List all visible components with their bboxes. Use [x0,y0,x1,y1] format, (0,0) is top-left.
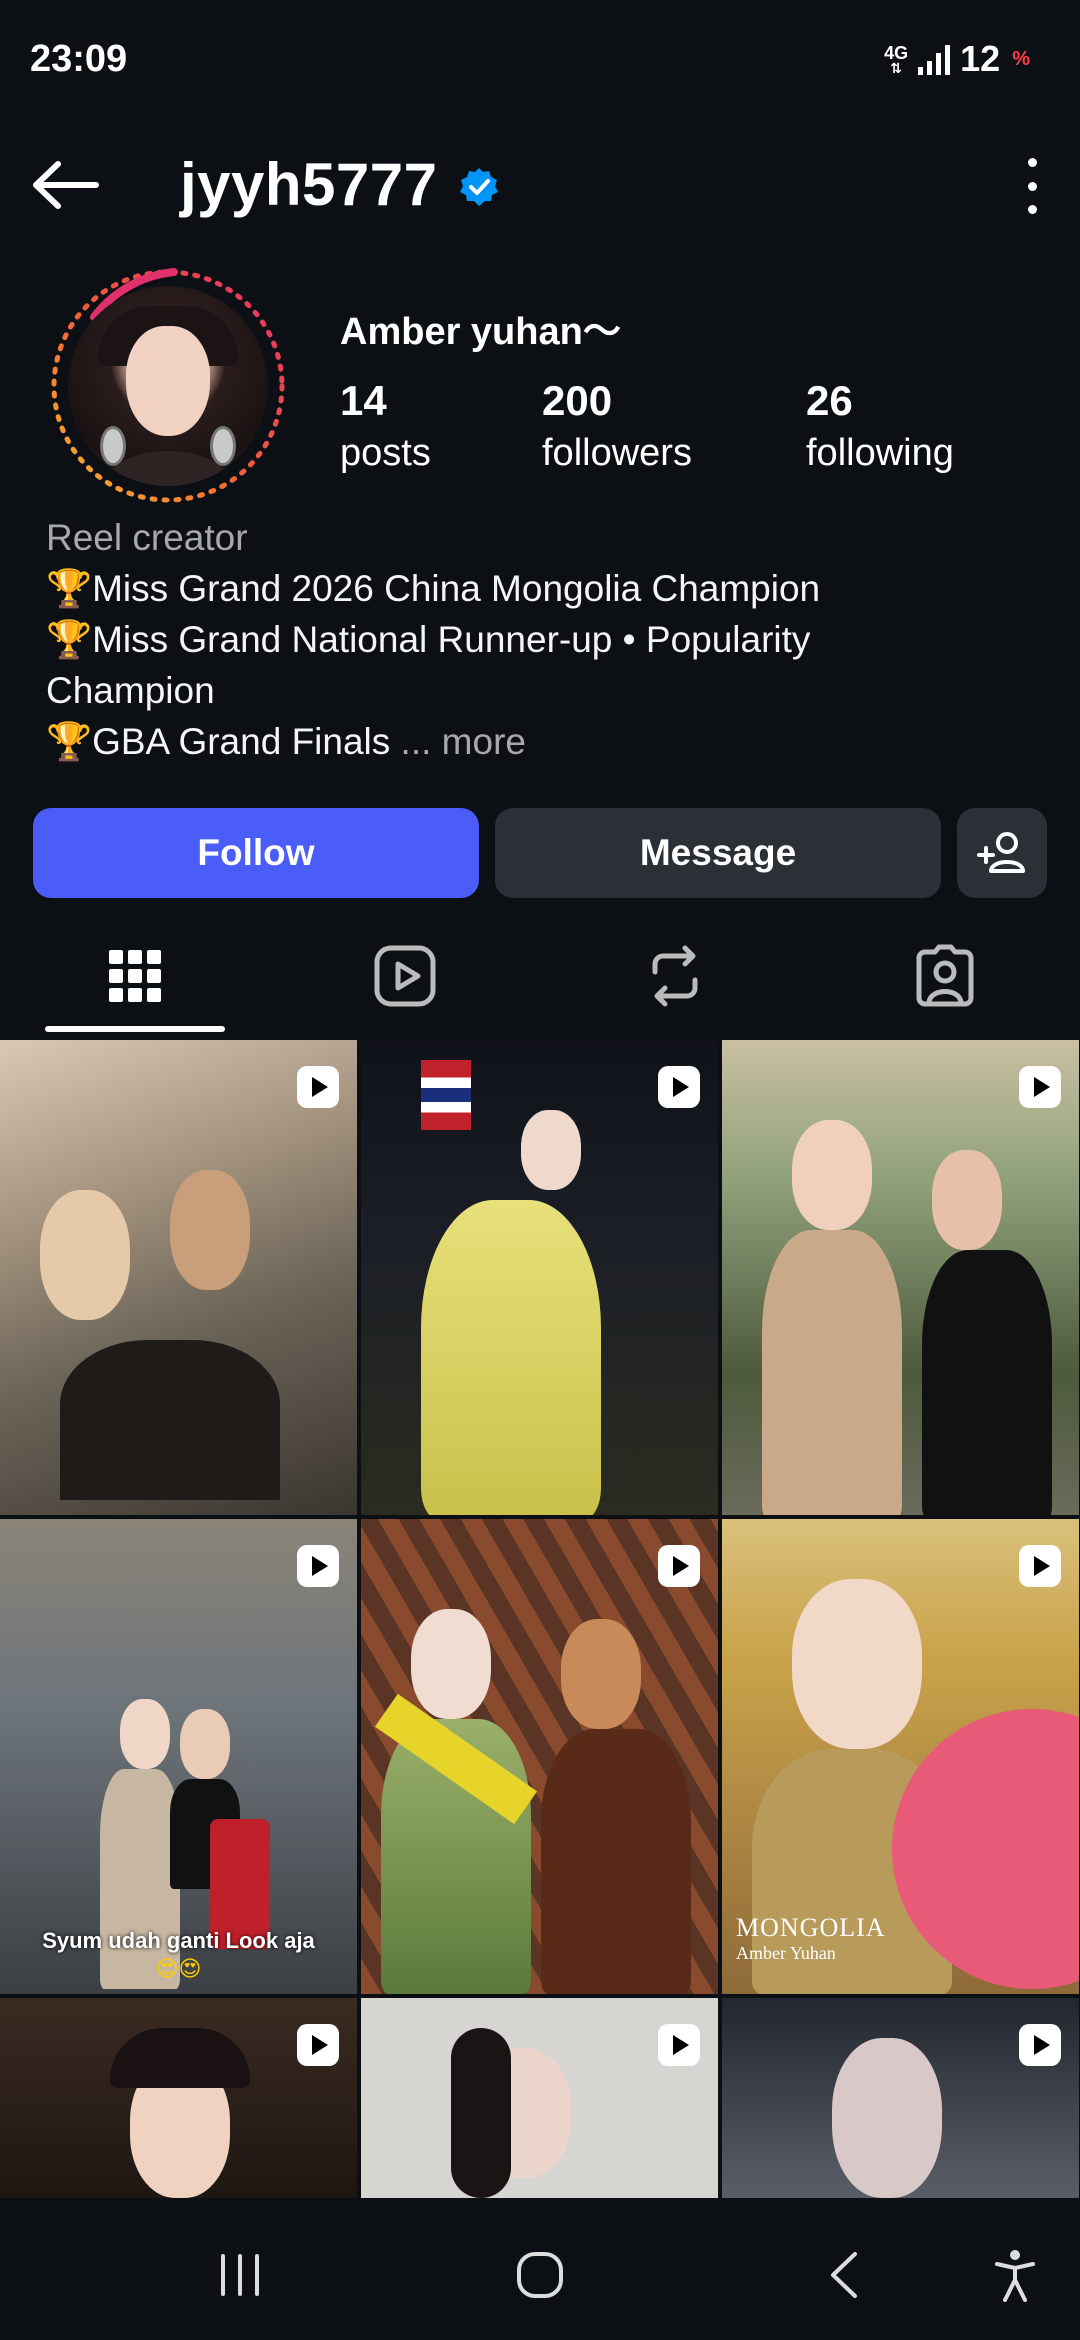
reel-indicator-icon [1019,2024,1061,2066]
profile-tabs [0,920,1080,1032]
trophy-icon: 🏆 [46,619,93,660]
status-indicators: 4G ⇅ 12 % [884,38,1030,80]
post-overlay-text: MONGOLIA Amber Yuhan [736,1913,886,1963]
tagged-person-icon [916,944,974,1007]
accessibility-icon [995,2250,1035,2302]
followers-count[interactable]: 200 followers [542,375,806,479]
signal-strength-icon [918,43,951,75]
reel-indicator-icon [1019,1066,1061,1108]
grid-post-8[interactable] [361,1998,718,2198]
back-button[interactable] [30,158,100,212]
profile-bio: Reel creator 🏆Miss Grand 2026 China Mong… [46,512,1046,767]
grid-post-1[interactable] [0,1040,357,1515]
bio-more-link[interactable]: ... more [401,721,526,762]
grid-icon [109,950,161,1002]
grid-post-7[interactable] [0,1998,357,2198]
reel-indicator-icon [297,2024,339,2066]
network-type-icon: 4G ⇅ [884,43,909,76]
reel-indicator-icon [297,1545,339,1587]
display-name: Amber yuhan～ [340,311,621,353]
follow-button[interactable]: Follow [33,808,479,898]
system-back-button[interactable] [815,2245,875,2305]
reel-indicator-icon [658,1545,700,1587]
profile-avatar[interactable] [44,262,292,510]
back-arrow-icon [33,161,99,209]
post-caption-emoji: 😍😍 [155,1956,202,1981]
more-options-button[interactable] [1014,158,1050,214]
profile-header: jyyh5777 [0,140,1080,230]
back-icon [831,2252,857,2298]
system-navigation-bar [0,2205,1080,2340]
tab-posts-grid[interactable] [0,920,270,1032]
bio-line: Champion [46,670,215,711]
profile-username: jyyh5777 [180,151,438,218]
following-count[interactable]: 26 following [806,375,954,479]
tab-reposts[interactable] [540,920,810,1032]
reel-indicator-icon [297,1066,339,1108]
battery-percent-sign: % [1012,47,1030,70]
add-person-icon [977,832,1025,873]
bio-line: 🏆Miss Grand 2026 China Mongolia Champion [46,568,821,609]
grid-post-3[interactable] [722,1040,1079,1515]
post-caption-overlay: Syum udah ganti Look aja [42,1928,315,1953]
message-button[interactable]: Message [495,808,941,898]
bio-line: 🏆Miss Grand National Runner-up • Popular… [46,619,811,660]
trophy-icon: 🏆 [46,568,93,609]
verified-badge-icon [460,168,498,206]
recent-apps-icon [221,2254,259,2296]
avatar-photo [68,286,268,486]
reel-indicator-icon [658,1066,700,1108]
reels-play-icon [374,945,436,1007]
active-tab-indicator [45,1026,225,1032]
recent-apps-button[interactable] [210,2245,270,2305]
status-bar: 23:09 4G ⇅ 12 % [0,0,1080,120]
profile-stats: 14 posts 200 followers 26 following [340,375,954,479]
profile-category: Reel creator [46,517,248,558]
grid-post-5[interactable] [361,1519,718,1994]
reel-indicator-icon [1019,1545,1061,1587]
posts-count[interactable]: 14 posts [340,375,542,479]
home-icon [517,2252,563,2298]
repost-icon [652,945,698,1007]
battery-level: 12 [960,38,1001,79]
posts-grid: Syum udah ganti Look aja 😍😍 MONGOLIA Amb… [0,1040,1080,2198]
profile-actions: Follow Message [33,808,1047,898]
grid-post-2[interactable] [361,1040,718,1515]
reel-indicator-icon [658,2024,700,2066]
bio-line: 🏆GBA Grand Finals ... more [46,721,526,762]
tab-tagged[interactable] [810,920,1080,1032]
grid-post-4[interactable]: Syum udah ganti Look aja 😍😍 [0,1519,357,1994]
trophy-icon: 🏆 [46,721,93,762]
grid-post-6[interactable]: MONGOLIA Amber Yuhan [722,1519,1079,1994]
grid-post-9[interactable] [722,1998,1079,2198]
home-button[interactable] [510,2245,570,2305]
suggested-users-button[interactable] [957,808,1047,898]
status-time: 23:09 [30,38,128,80]
tab-reels[interactable] [270,920,540,1032]
accessibility-button[interactable] [985,2245,1045,2305]
